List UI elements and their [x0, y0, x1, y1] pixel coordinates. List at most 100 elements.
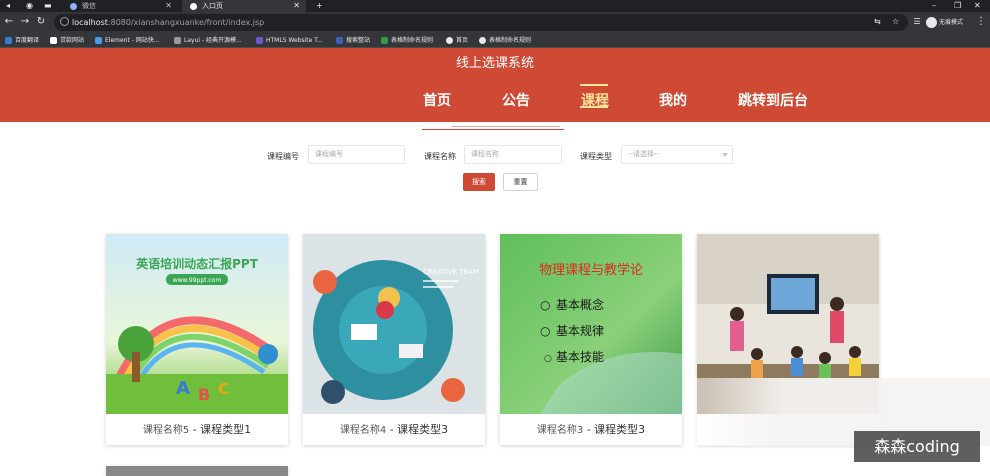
bookmark-item[interactable]: 贷款网站 — [50, 34, 84, 47]
bookmark-icon — [95, 37, 102, 44]
bookmark-item[interactable]: 表格制命名规则 — [479, 34, 531, 47]
close-tab-icon[interactable]: ✕ — [293, 0, 300, 12]
maximize-icon[interactable]: ❐ — [954, 0, 961, 12]
active-nav-indicator — [580, 84, 608, 86]
url-text[interactable]: localhost:8080/xianshangxuanke/front/ind… — [72, 14, 264, 31]
course-type: 课程类型3 — [594, 423, 646, 436]
back-icon[interactable]: ← — [2, 15, 16, 29]
incognito-profile[interactable]: 无痕模式 — [926, 17, 963, 28]
card-image-site: www.99ppt.com — [173, 277, 222, 284]
tab-entry-page[interactable]: 入口页 ✕ — [182, 0, 306, 12]
bookmark-label: 首页 — [456, 37, 469, 44]
site-title: 线上选课系统 — [455, 56, 534, 71]
tab-wechat[interactable]: 微信 ✕ — [62, 0, 178, 12]
course-image[interactable]: CREATIVE TEAM — [303, 234, 485, 414]
bookmark-label: 表格制命名规则 — [489, 37, 532, 44]
nav-announcements[interactable]: 公告 — [502, 90, 530, 110]
course-type: 课程类型3 — [397, 423, 449, 436]
browser-menu-icon[interactable]: ⋮ — [974, 15, 988, 29]
card-image-bullet: 基本概念 — [556, 297, 604, 312]
course-no-input[interactable]: 课程编号 — [308, 145, 405, 164]
course-card[interactable]: A B C 英语培训动态汇报PPT www.99ppt.com 课程名称5 - … — [106, 234, 288, 445]
bookmark-label: HTML5 Website T... — [266, 37, 323, 44]
course-name-input[interactable]: 课程名称 — [464, 145, 562, 164]
bookmark-item[interactable]: 首页 — [446, 34, 468, 47]
bookmark-icon — [336, 37, 343, 44]
course-name: 课程名称3 — [536, 425, 584, 436]
browser-toolbar: ← → ↻ localhost:8080/xianshangxuanke/fro… — [0, 12, 990, 33]
site-header: 线上选课系统 首页 公告 课程 我的 跳转到后台 — [0, 48, 990, 122]
course-caption: 课程名称4 - 课程类型3 — [303, 414, 485, 445]
nav-mine[interactable]: 我的 — [659, 90, 687, 110]
course-card[interactable] — [106, 466, 288, 476]
card-image-title: CREATIVE TEAM — [423, 268, 479, 276]
course-card[interactable]: CREATIVE TEAM 课程名称4 - 课程类型3 — [303, 234, 485, 445]
watermark: 森森coding — [854, 431, 980, 462]
card-image-bullet: 基本技能 — [556, 350, 604, 364]
course-name: 课程名称4 — [339, 425, 387, 436]
search-button[interactable]: 搜索 — [463, 173, 495, 191]
course-image[interactable]: A B C 英语培训动态汇报PPT www.99ppt.com — [106, 234, 288, 414]
translate-icon[interactable]: ⇆ — [874, 17, 881, 26]
tab-search-icon[interactable]: ☰ — [910, 15, 924, 29]
bookmark-icon — [174, 37, 181, 44]
url-path: :8080/xianshangxuanke/front/index.jsp — [107, 18, 265, 27]
bookmark-item[interactable]: 搜索整站 — [336, 34, 370, 47]
window-icon: ▬ — [44, 1, 52, 10]
course-caption: 课程名称3 - 课程类型3 — [500, 414, 682, 445]
svg-text:○: ○ — [544, 354, 552, 364]
bookmark-label: 贷款网站 — [60, 37, 85, 44]
card-image-bullet: 基本规律 — [556, 323, 604, 338]
reload-icon[interactable]: ↻ — [34, 15, 48, 29]
bookmark-icon — [50, 37, 57, 44]
close-window-icon[interactable]: ✕ — [974, 0, 981, 12]
bookmark-icon — [479, 37, 486, 44]
svg-text:C: C — [218, 380, 229, 398]
course-type: 课程类型1 — [200, 423, 252, 436]
course-name-label: 课程名称 — [424, 152, 456, 161]
course-caption: 课程名称5 - 课程类型1 — [106, 414, 288, 445]
reset-button[interactable]: 重置 — [503, 173, 538, 191]
bookmark-label: 百度翻译 — [15, 37, 40, 44]
bookmark-label: 表格制命名规则 — [391, 37, 434, 44]
bookmark-icon — [446, 37, 453, 44]
tab-menu-icon[interactable]: ◂ — [6, 0, 10, 12]
bookmark-label: 搜索整站 — [346, 37, 371, 44]
course-card[interactable]: 物理课程与教学论 ○ 基本概念 ○ 基本规律 ○ 基本技能 课程名称3 - 课程… — [500, 234, 682, 445]
url-host: localhost — [72, 18, 108, 27]
tab-label: 入口页 — [202, 2, 223, 10]
forward-icon[interactable]: → — [18, 15, 32, 29]
svg-text:B: B — [198, 385, 210, 404]
nav-home[interactable]: 首页 — [423, 90, 451, 110]
bookmark-item[interactable]: 百度翻译 — [5, 34, 39, 47]
browser-icon: ◉ — [26, 1, 33, 10]
tab-label: 微信 — [82, 2, 96, 10]
address-bar[interactable]: localhost:8080/xianshangxuanke/front/ind… — [54, 14, 908, 31]
bookmark-item[interactable]: Element - 网站快... — [95, 34, 160, 47]
caption-separator: - — [386, 423, 398, 436]
bookmark-star-icon[interactable]: ☆ — [892, 17, 899, 26]
bookmark-icon — [5, 37, 12, 44]
bookmark-item[interactable]: Layui - 经典开源模... — [174, 34, 242, 47]
bookmark-label: Element - 网站快... — [105, 37, 160, 44]
caption-separator: - — [583, 423, 595, 436]
site-info-icon[interactable] — [60, 17, 69, 26]
course-type-select[interactable]: --请选择-- — [621, 145, 733, 164]
bookmark-icon — [256, 37, 263, 44]
close-tab-icon[interactable]: ✕ — [165, 0, 172, 12]
bookmark-item[interactable]: 表格制命名规则 — [381, 34, 433, 47]
nav-admin[interactable]: 跳转到后台 — [738, 90, 808, 110]
course-image[interactable]: 物理课程与教学论 ○ 基本概念 ○ 基本规律 ○ 基本技能 — [500, 234, 682, 414]
caption-separator: - — [189, 423, 201, 436]
new-tab-icon[interactable]: + — [316, 0, 323, 12]
course-name: 课程名称5 — [142, 425, 190, 436]
bookmark-label: Layui - 经典开源模... — [184, 37, 242, 44]
minimize-icon[interactable]: – — [932, 0, 936, 12]
bookmark-item[interactable]: HTML5 Website T... — [256, 34, 323, 47]
tab-favicon-icon — [190, 3, 197, 10]
svg-text:A: A — [176, 378, 190, 399]
course-type-value: --请选择-- — [628, 150, 660, 158]
bookmarks-bar: 百度翻译 贷款网站 Element - 网站快... Layui - 经典开源模… — [0, 33, 990, 48]
active-nav-underline — [580, 106, 608, 108]
card-image-title: 物理课程与教学论 — [539, 262, 643, 278]
